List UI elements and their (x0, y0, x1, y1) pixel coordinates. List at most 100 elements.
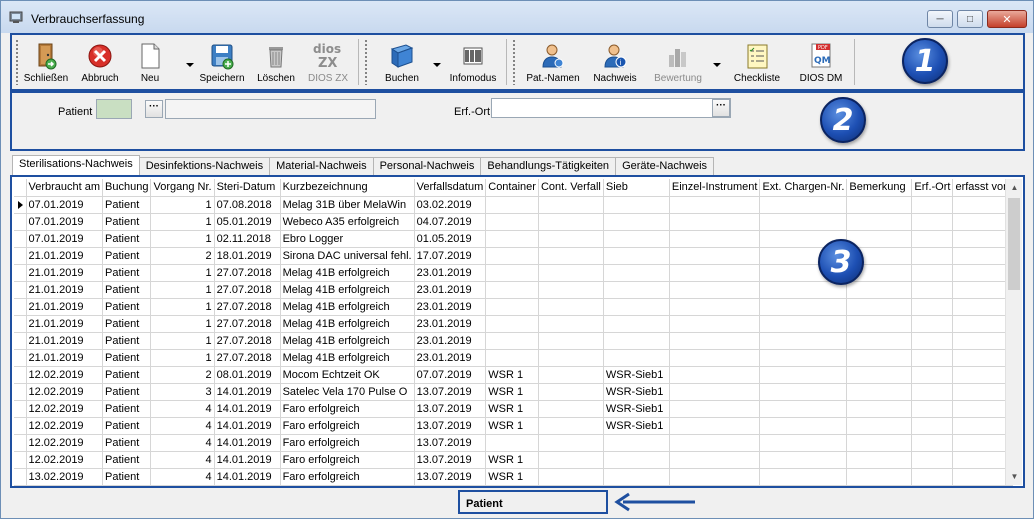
vertical-scrollbar[interactable]: ▲ ▼ (1005, 179, 1022, 485)
table-cell[interactable] (911, 230, 954, 248)
table-cell[interactable]: 1 (150, 298, 215, 316)
scrollbar-thumb[interactable] (1008, 198, 1020, 290)
table-cell[interactable] (911, 383, 954, 401)
table-cell[interactable]: Faro erfolgreich (280, 451, 415, 469)
table-cell[interactable] (846, 468, 913, 486)
rating-button[interactable]: Bewertung (652, 37, 704, 87)
table-row[interactable]: 12.02.2019 Patient 4 14.01.2019 Faro erfolgr… (14, 451, 1014, 469)
table-cell[interactable] (538, 349, 604, 367)
table-cell[interactable]: WSR 1 (485, 451, 539, 469)
toolbar-grip-3[interactable] (512, 39, 516, 85)
table-cell[interactable]: 23.01.2019 (414, 264, 487, 282)
table-cell[interactable]: 1 (150, 213, 215, 231)
table-cell[interactable] (911, 298, 954, 316)
table-cell[interactable]: 1 (150, 230, 215, 248)
table-cell[interactable]: 07.01.2019 (26, 196, 104, 214)
table-cell[interactable] (952, 400, 1014, 418)
table-cell[interactable] (952, 383, 1014, 401)
table-cell[interactable] (952, 298, 1014, 316)
table-cell[interactable] (911, 247, 954, 265)
table-cell[interactable]: 17.07.2019 (414, 247, 487, 265)
table-cell[interactable]: 07.08.2018 (214, 196, 281, 214)
table-cell[interactable] (846, 196, 913, 214)
table-cell[interactable] (603, 315, 670, 333)
scroll-up-icon[interactable]: ▲ (1006, 179, 1023, 196)
table-cell[interactable]: 13.07.2019 (414, 468, 487, 486)
table-cell[interactable] (846, 213, 913, 231)
table-cell[interactable] (538, 196, 604, 214)
table-cell[interactable] (952, 434, 1014, 452)
table-cell[interactable]: Melag 41B erfolgreich (280, 332, 415, 350)
table-cell[interactable] (669, 468, 761, 486)
new-button[interactable]: Neu (134, 37, 166, 87)
column-header[interactable]: Sieb (603, 179, 670, 197)
table-cell[interactable]: 1 (150, 196, 215, 214)
table-cell[interactable] (603, 247, 670, 265)
table-cell[interactable] (759, 468, 848, 486)
table-cell[interactable] (603, 281, 670, 299)
table-cell[interactable] (669, 417, 761, 435)
table-cell[interactable] (911, 332, 954, 350)
table-cell[interactable]: Patient (102, 196, 152, 214)
table-cell[interactable] (846, 315, 913, 333)
table-cell[interactable] (669, 213, 761, 231)
table-cell[interactable] (911, 400, 954, 418)
column-header[interactable]: Steri-Datum (214, 179, 281, 197)
table-cell[interactable]: 4 (150, 468, 215, 486)
table-cell[interactable]: 21.01.2019 (26, 298, 104, 316)
table-cell[interactable] (603, 332, 670, 350)
table-cell[interactable] (911, 264, 954, 282)
table-cell[interactable]: WSR-Sieb1 (603, 400, 670, 418)
table-cell[interactable] (952, 281, 1014, 299)
table-cell[interactable] (603, 264, 670, 282)
table-cell[interactable] (759, 417, 848, 435)
table-cell[interactable]: Patient (102, 315, 152, 333)
table-row[interactable]: 12.02.2019 Patient 3 14.01.2019 Satelec Vela… (14, 383, 1014, 401)
toolbar-grip-2[interactable] (364, 39, 368, 85)
table-cell[interactable] (759, 383, 848, 401)
table-cell[interactable] (952, 366, 1014, 384)
table-cell[interactable]: Patient (102, 383, 152, 401)
table-cell[interactable]: Patient (102, 264, 152, 282)
table-cell[interactable] (538, 383, 604, 401)
table-cell[interactable]: 12.02.2019 (26, 400, 104, 418)
table-cell[interactable]: Faro erfolgreich (280, 417, 415, 435)
table-cell[interactable] (759, 315, 848, 333)
table-row[interactable]: 12.02.2019 Patient 4 14.01.2019 Faro erfolgr… (14, 434, 1014, 452)
table-cell[interactable] (603, 451, 670, 469)
verification-button[interactable]: i Nachweis (592, 37, 638, 87)
table-cell[interactable] (603, 434, 670, 452)
table-cell[interactable]: 27.07.2018 (214, 264, 281, 282)
patient-id-field[interactable] (96, 99, 132, 119)
table-cell[interactable] (669, 230, 761, 248)
table-cell[interactable] (846, 383, 913, 401)
table-cell[interactable]: 01.05.2019 (414, 230, 487, 248)
table-cell[interactable] (669, 400, 761, 418)
table-cell[interactable]: 21.01.2019 (26, 247, 104, 265)
erfort-field[interactable] (491, 98, 731, 118)
table-cell[interactable] (846, 298, 913, 316)
scroll-down-icon[interactable]: ▼ (1006, 468, 1023, 485)
table-cell[interactable]: WSR 1 (485, 400, 539, 418)
table-row[interactable]: 21.01.2019 Patient 1 27.07.2018 Melag 41B er… (14, 349, 1014, 367)
table-cell[interactable]: 12.02.2019 (26, 434, 104, 452)
table-cell[interactable] (669, 434, 761, 452)
book-dropdown-arrow-icon[interactable] (433, 63, 441, 67)
table-cell[interactable] (538, 434, 604, 452)
table-cell[interactable]: Patient (102, 366, 152, 384)
table-cell[interactable]: Webeco A35 erfolgreich (280, 213, 415, 231)
toolbar-grip[interactable] (15, 39, 19, 85)
column-header[interactable]: erfasst von (952, 179, 1014, 197)
table-cell[interactable] (538, 400, 604, 418)
table-cell[interactable]: 1 (150, 349, 215, 367)
table-cell[interactable]: 12.02.2019 (26, 383, 104, 401)
table-cell[interactable]: WSR-Sieb1 (603, 417, 670, 435)
tab-devices[interactable]: Geräte-Nachweis (615, 157, 715, 176)
table-cell[interactable]: Patient (102, 468, 152, 486)
table-cell[interactable] (846, 349, 913, 367)
table-row[interactable]: 12.02.2019 Patient 4 14.01.2019 Faro erfolgr… (14, 400, 1014, 418)
table-cell[interactable] (485, 349, 539, 367)
table-cell[interactable] (846, 451, 913, 469)
table-cell[interactable] (485, 230, 539, 248)
table-row[interactable]: 07.01.2019 Patient 1 05.01.2019 Webeco A35 e… (14, 213, 1014, 231)
